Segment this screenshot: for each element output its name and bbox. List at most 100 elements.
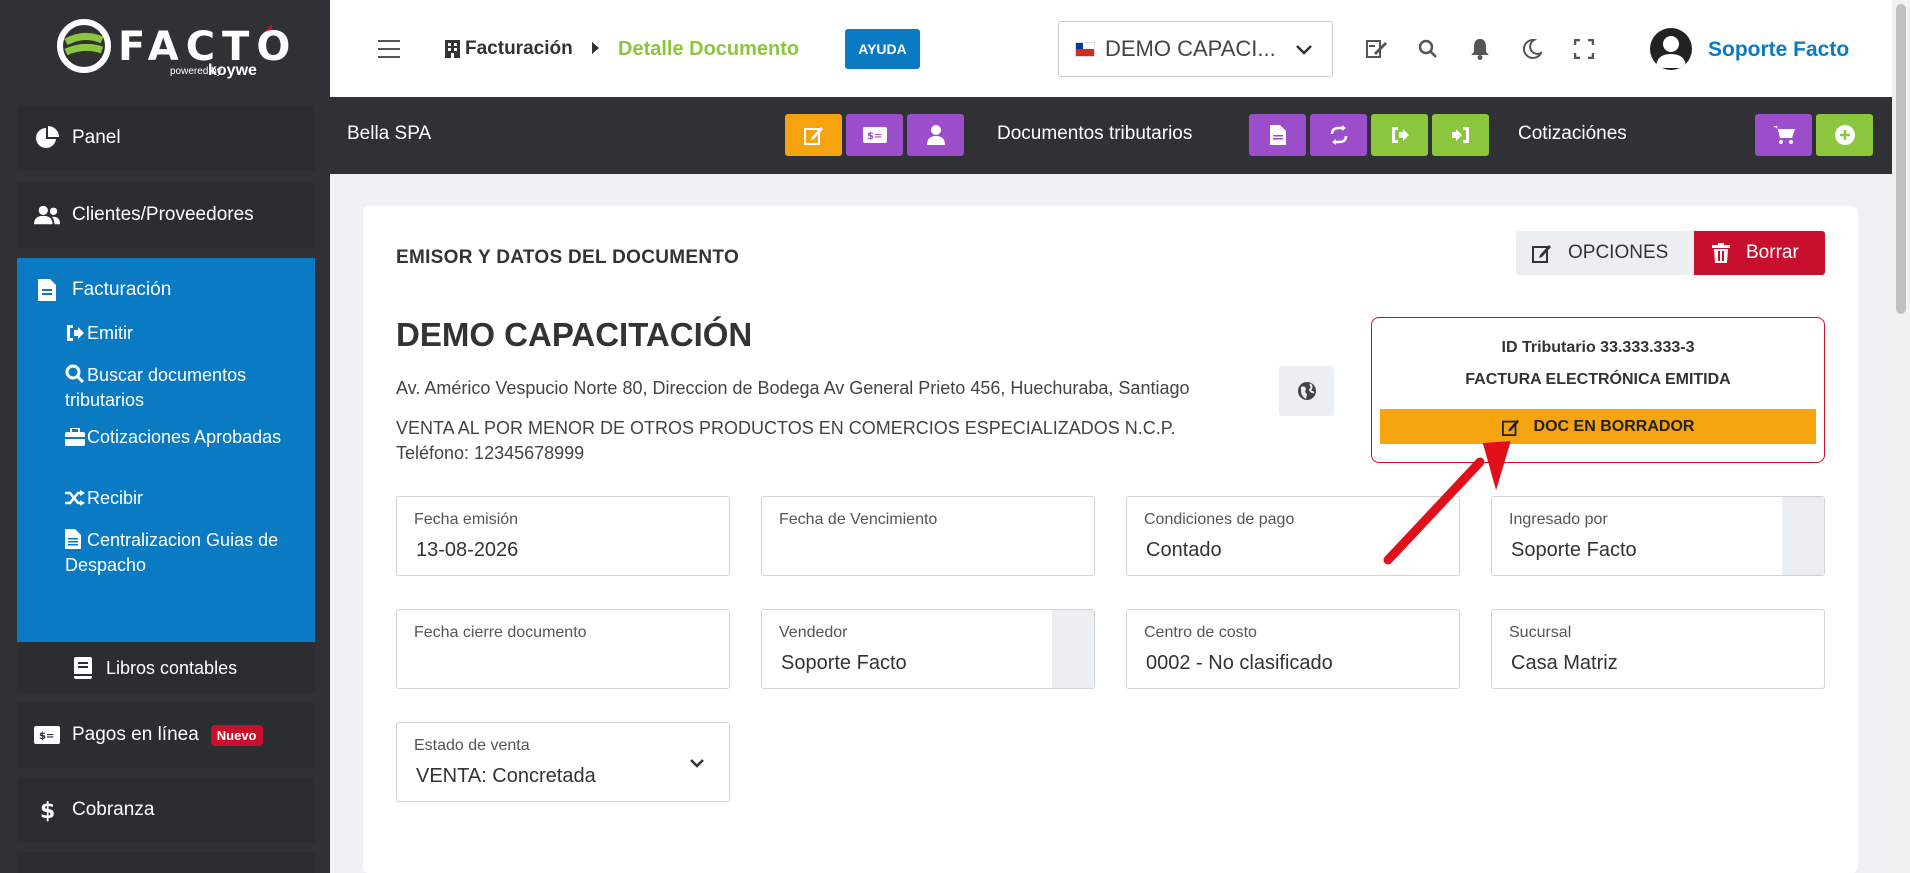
breadcrumb-root-label: Facturación — [465, 38, 573, 59]
field-value: Contado — [1146, 539, 1222, 561]
field-label: Fecha emisión — [414, 511, 519, 528]
delete-label: Borrar — [1746, 242, 1799, 263]
sidebar-item-panel[interactable]: Panel — [17, 105, 315, 171]
edit-icon — [1532, 245, 1551, 263]
facto-logo[interactable]: FACTO powered by koywe — [56, 14, 290, 84]
breadcrumb-root[interactable]: Facturación — [445, 38, 573, 60]
field-value: 0002 - No clasificado — [1146, 652, 1333, 674]
docs-list-button[interactable] — [1249, 114, 1306, 156]
due-date-field[interactable]: Fecha de Vencimiento — [761, 496, 1095, 576]
client-action-bar: Bella SPA $= Documentos tributarios Coti… — [330, 97, 1892, 174]
docs-emit-button[interactable] — [1371, 114, 1428, 156]
sidebar-subitem-books[interactable]: Libros contables — [17, 643, 315, 693]
shuffle-icon — [65, 489, 87, 507]
field-value: Casa Matriz — [1511, 652, 1618, 674]
field-label: Centro de costo — [1144, 624, 1257, 641]
seller-field[interactable]: Vendedor Soporte Facto — [761, 609, 1095, 689]
chevron-down-icon — [1296, 45, 1312, 55]
issuer-activity: VENTA AL POR MENOR DE OTROS PRODUCTOS EN… — [396, 416, 1175, 466]
menu-toggle-icon[interactable] — [378, 40, 400, 58]
company-selector[interactable]: DEMO CAPACI... — [1058, 21, 1333, 77]
field-label: Ingresado por — [1509, 511, 1608, 528]
users-icon — [34, 202, 60, 228]
field-label: Sucursal — [1509, 624, 1572, 641]
cart-icon — [1772, 126, 1795, 144]
user-avatar[interactable] — [1650, 28, 1692, 70]
edit-client-button[interactable] — [785, 114, 842, 156]
map-button[interactable] — [1279, 366, 1334, 416]
svg-text:$=: $= — [867, 131, 882, 142]
docs-receive-button[interactable] — [1432, 114, 1489, 156]
dark-mode-icon[interactable] — [1519, 36, 1545, 62]
subitem-label: Emitir — [87, 323, 133, 343]
close-date-field[interactable]: Fecha cierre documento — [396, 609, 730, 689]
field-label: Vendedor — [779, 624, 848, 641]
sidebar-subitem-receive[interactable]: Recibir — [65, 486, 305, 511]
trash-icon — [1712, 243, 1730, 263]
issue-date-field[interactable]: Fecha emisión 13-08-2026 — [396, 496, 730, 576]
chile-flag-icon — [1075, 41, 1095, 57]
docs-label: Documentos tributarios — [997, 123, 1193, 144]
money-bill-icon: $= — [34, 722, 60, 748]
help-button[interactable]: AYUDA — [845, 29, 920, 69]
sidebar-subitem-quotes[interactable]: Cotizaciones Aprobadas — [65, 425, 305, 450]
file-icon — [34, 277, 60, 303]
options-label: OPCIONES — [1568, 242, 1669, 263]
logo-brand: koywe — [208, 62, 257, 79]
docs-exchange-button[interactable] — [1310, 114, 1367, 156]
search-icon — [65, 364, 87, 384]
user-name[interactable]: Soporte Facto — [1708, 38, 1849, 62]
chevron-down-icon — [690, 759, 704, 768]
breadcrumb-current: Detalle Documento — [618, 38, 800, 60]
sidebar-item-collection[interactable]: $ Cobranza — [17, 777, 315, 843]
quotes-cart-button[interactable] — [1755, 114, 1812, 156]
svg-text:$: $ — [40, 799, 55, 822]
signature-icon[interactable] — [1364, 36, 1390, 62]
sign-out-icon — [65, 324, 87, 342]
bell-icon[interactable] — [1467, 36, 1493, 62]
sidebar-subitem-emit[interactable]: Emitir — [65, 321, 305, 346]
sidebar-subitem-dispatch[interactable]: Centralizacion Guias de Despacho — [65, 528, 305, 578]
sidebar-item-billing[interactable]: Facturación — [17, 258, 171, 322]
field-label: Condiciones de pago — [1144, 511, 1295, 528]
new-badge: Nuevo — [210, 724, 263, 746]
sidebar-subitem-search[interactable]: Buscar documentos tributarios — [65, 363, 305, 413]
options-button[interactable]: OPCIONES — [1516, 231, 1694, 275]
quotes-label: Cotizaciónes — [1518, 123, 1627, 144]
sidebar-item-clients[interactable]: Clientes/Proveedores — [17, 182, 315, 248]
field-value: Soporte Facto — [781, 652, 907, 674]
sale-status-select[interactable]: Estado de venta VENTA: Concretada — [396, 722, 730, 802]
pie-chart-icon — [34, 125, 60, 151]
field-label: Fecha cierre documento — [414, 624, 587, 641]
field-value: 13-08-2026 — [416, 539, 519, 561]
draft-status-label: DOC EN BORRADOR — [1533, 417, 1695, 435]
user-silhouette-icon — [1656, 36, 1686, 68]
branch-field[interactable]: Sucursal Casa Matriz — [1491, 609, 1825, 689]
issuer-phone: Teléfono: 12345678999 — [396, 443, 585, 463]
field-label: Estado de venta — [414, 737, 530, 754]
top-header: Facturación Detalle Documento AYUDA DEMO… — [330, 0, 1892, 97]
scrollbar-thumb[interactable] — [1896, 4, 1906, 314]
quotes-add-button[interactable] — [1816, 114, 1873, 156]
field-addon[interactable] — [1052, 610, 1094, 688]
delete-button[interactable]: Borrar — [1694, 231, 1825, 275]
globe-icon — [1297, 382, 1316, 400]
fullscreen-icon[interactable] — [1571, 36, 1597, 62]
money-bill-icon: $= — [862, 127, 887, 143]
entered-by-field[interactable]: Ingresado por Soporte Facto — [1491, 496, 1825, 576]
briefcase-icon — [65, 427, 87, 446]
subitem-label: Buscar documentos tributarios — [65, 365, 247, 410]
sidebar-item-payments[interactable]: $= Pagos en línea Nuevo — [17, 702, 315, 768]
card-title: EMISOR Y DATOS DEL DOCUMENTO — [396, 247, 740, 268]
sidebar-item-label: Pagos en línea — [72, 724, 199, 745]
field-addon[interactable] — [1782, 497, 1824, 575]
client-profile-button[interactable] — [907, 114, 964, 156]
cost-center-field[interactable]: Centro de costo 0002 - No clasificado — [1126, 609, 1460, 689]
sidebar-item-more[interactable] — [17, 852, 315, 873]
plus-circle-icon — [1834, 125, 1855, 145]
client-payments-button[interactable]: $= — [846, 114, 903, 156]
field-value: Soporte Facto — [1511, 539, 1637, 561]
building-icon — [445, 40, 460, 58]
search-icon[interactable] — [1415, 36, 1441, 62]
logo-swoosh-icon — [57, 19, 111, 73]
